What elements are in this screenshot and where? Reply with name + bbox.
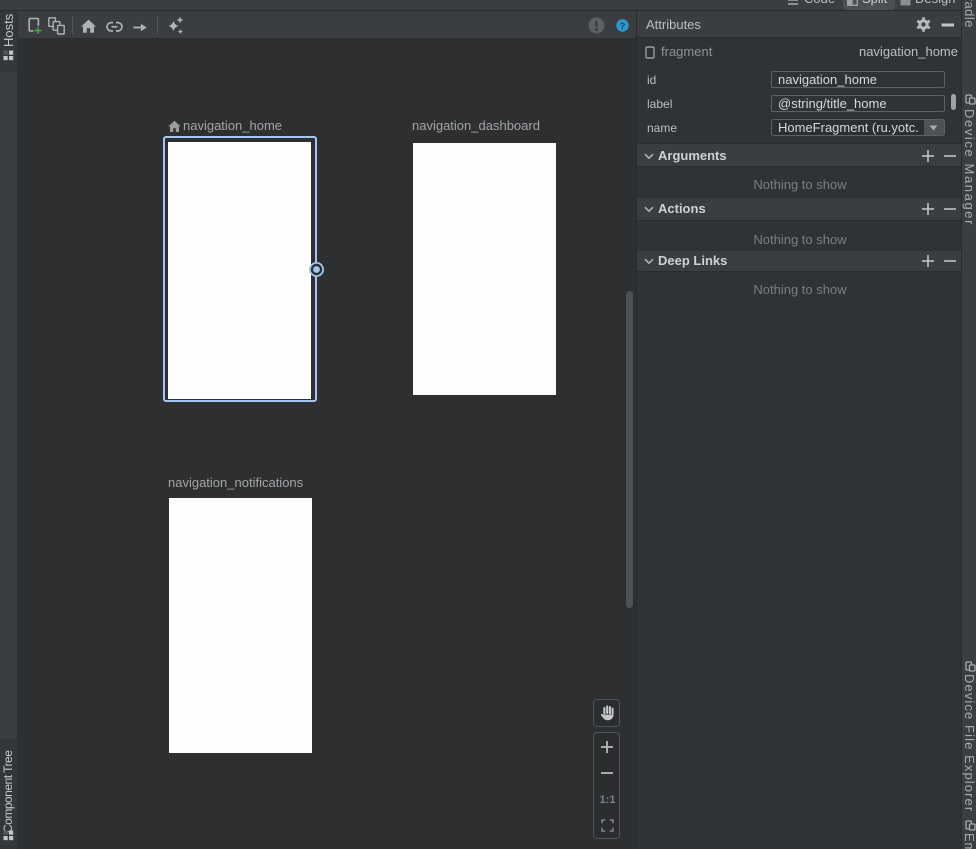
- svg-text:?: ?: [620, 21, 626, 32]
